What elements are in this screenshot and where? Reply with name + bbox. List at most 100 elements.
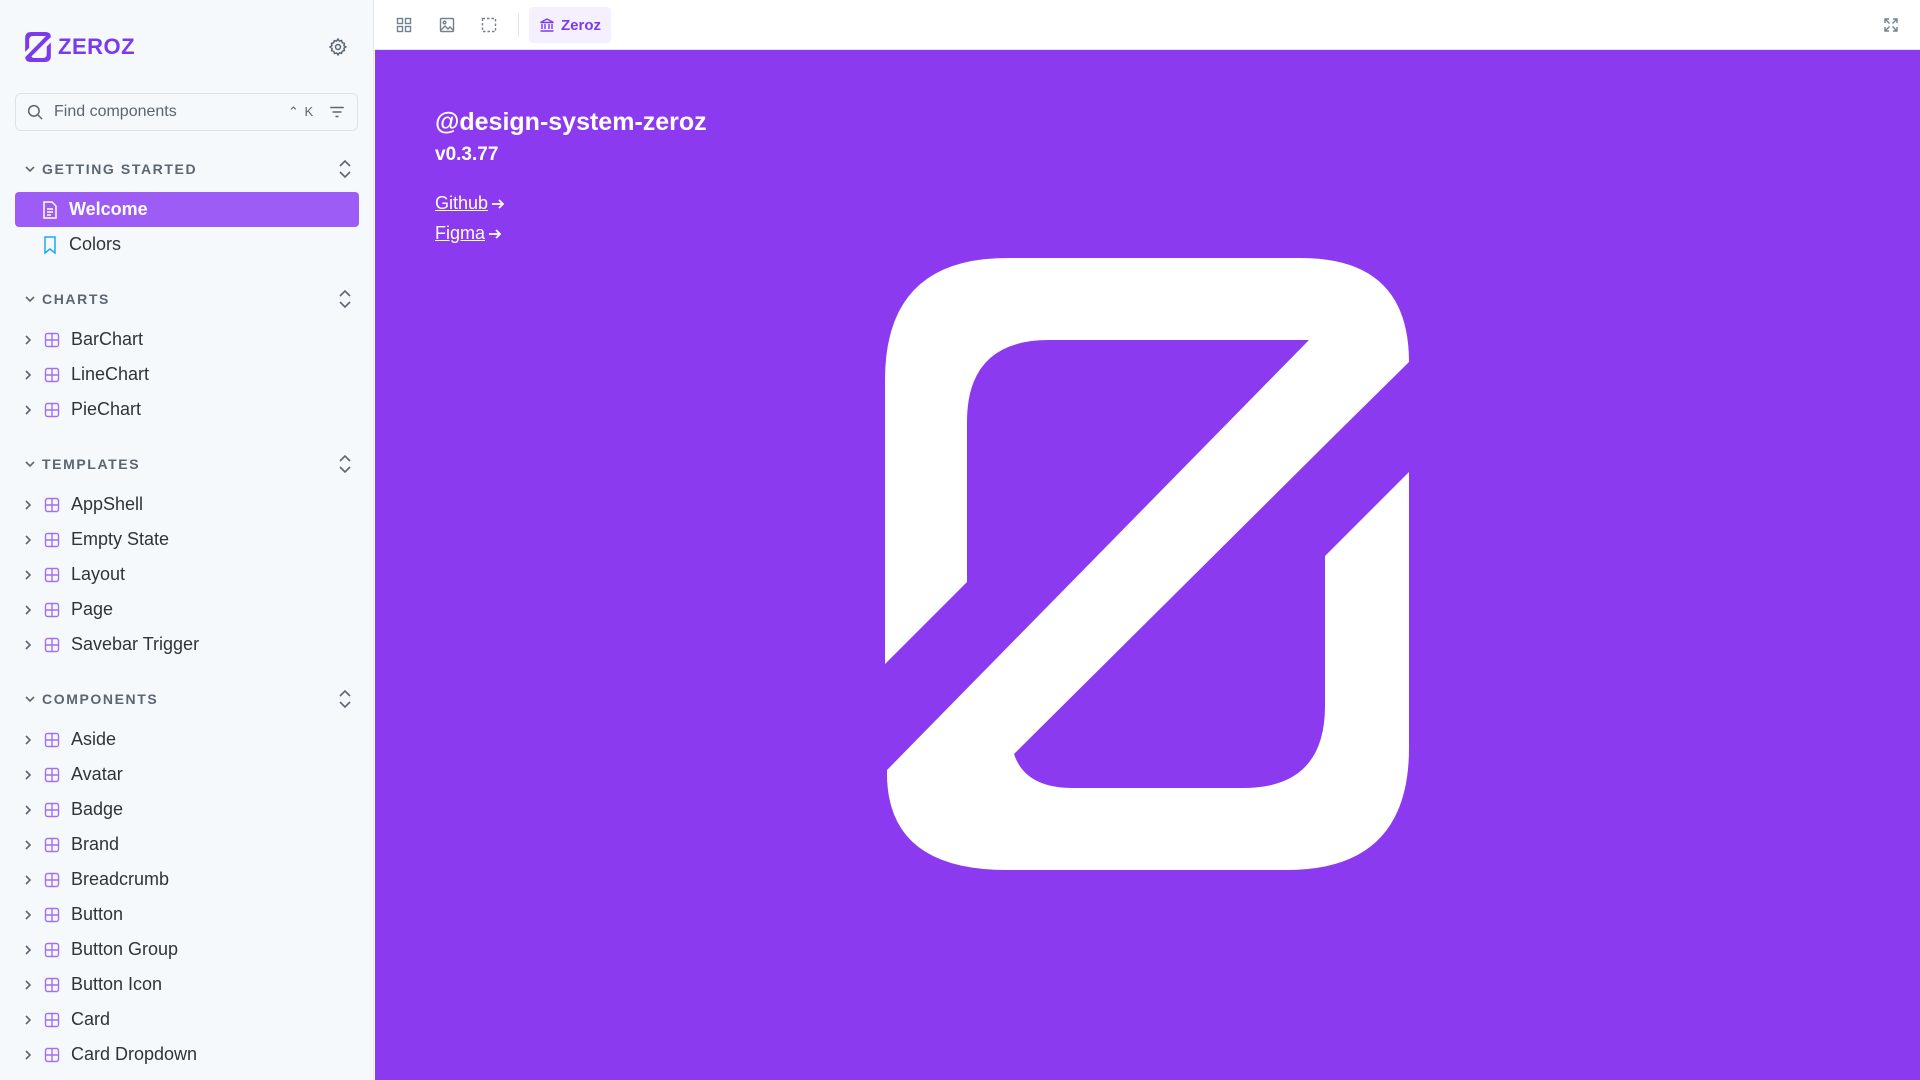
- section-label: CHARTS: [42, 291, 110, 307]
- sidebar-item-card[interactable]: Card: [15, 1002, 359, 1037]
- sidebar-item-brand[interactable]: Brand: [15, 827, 359, 862]
- component-icon: [43, 401, 61, 419]
- zeroz-logo-icon: [25, 32, 51, 62]
- sidebar-item-button[interactable]: Button: [15, 897, 359, 932]
- fullscreen-icon: [1884, 18, 1898, 32]
- arrow-right-icon: [487, 226, 503, 242]
- sidebar-item-breadcrumb[interactable]: Breadcrumb: [15, 862, 359, 897]
- tab-zeroz[interactable]: Zeroz: [529, 7, 612, 43]
- sidebar-item-colors[interactable]: Colors: [15, 227, 359, 262]
- search-icon: [26, 103, 44, 121]
- sidebar-item-savebar-trigger[interactable]: Savebar Trigger: [15, 627, 359, 662]
- chevron-right-icon: [23, 1049, 39, 1061]
- sidebar-item-avatar[interactable]: Avatar: [15, 757, 359, 792]
- chevron-right-icon: [23, 839, 39, 851]
- sidebar: ZEROZ ⌃ K GETTING STARTED Welcome Col: [0, 0, 374, 1080]
- chevron-down-icon: [24, 163, 36, 175]
- sidebar-item-button-group[interactable]: Button Group: [15, 932, 359, 967]
- sidebar-item-layout[interactable]: Layout: [15, 557, 359, 592]
- chevron-right-icon: [23, 499, 39, 511]
- chevron-right-icon: [23, 804, 39, 816]
- component-icon: [43, 836, 61, 854]
- fullscreen-button[interactable]: [1879, 13, 1903, 37]
- tab-label: Zeroz: [561, 16, 602, 34]
- section-getting-started[interactable]: GETTING STARTED: [24, 159, 354, 179]
- expand-collapse-icon[interactable]: [336, 688, 354, 710]
- grid-icon: [396, 17, 412, 33]
- sidebar-item-label: Avatar: [71, 764, 123, 784]
- bookmark-icon: [41, 235, 59, 254]
- sidebar-item-button-icon[interactable]: Button Icon: [15, 967, 359, 1002]
- package-version: v0.3.77: [435, 144, 499, 165]
- section-components[interactable]: COMPONENTS: [24, 689, 354, 709]
- section-label: COMPONENTS: [42, 691, 159, 707]
- zeroz-hero-logo-icon: [885, 258, 1409, 870]
- section-charts[interactable]: CHARTS: [24, 289, 354, 309]
- sidebar-item-page[interactable]: Page: [15, 592, 359, 627]
- document-icon: [41, 200, 59, 219]
- image-icon: [439, 17, 455, 33]
- chevron-right-icon: [23, 979, 39, 991]
- expand-collapse-icon[interactable]: [336, 453, 354, 475]
- bank-icon: [540, 18, 554, 32]
- search-shortcut: ⌃ K: [288, 104, 315, 119]
- search-input[interactable]: [52, 102, 276, 122]
- chevron-down-icon: [24, 458, 36, 470]
- filter-button[interactable]: [328, 103, 346, 121]
- brand-name: ZEROZ: [58, 34, 136, 59]
- sidebar-item-card-dropdown[interactable]: Card Dropdown: [15, 1037, 359, 1072]
- sidebar-item-badge[interactable]: Badge: [15, 792, 359, 827]
- chevron-right-icon: [23, 369, 39, 381]
- sidebar-item-label: LineChart: [71, 364, 150, 384]
- section-label: TEMPLATES: [42, 456, 141, 472]
- link-label: Figma: [435, 223, 486, 243]
- outline-button[interactable]: [477, 13, 501, 37]
- sidebar-item-label: Colors: [69, 234, 122, 254]
- chevron-right-icon: [23, 404, 39, 416]
- sidebar-item-barchart[interactable]: BarChart: [15, 322, 359, 357]
- link-label: Github: [435, 193, 489, 213]
- sidebar-item-linechart[interactable]: LineChart: [15, 357, 359, 392]
- sidebar-item-label: Layout: [71, 564, 126, 584]
- settings-button[interactable]: [326, 35, 350, 59]
- filter-icon: [330, 106, 344, 118]
- chevron-right-icon: [23, 944, 39, 956]
- sidebar-item-label: Savebar Trigger: [71, 634, 200, 654]
- sidebar-item-empty-state[interactable]: Empty State: [15, 522, 359, 557]
- chevron-right-icon: [23, 769, 39, 781]
- component-icon: [43, 531, 61, 549]
- component-icon: [43, 906, 61, 924]
- sidebar-item-aside[interactable]: Aside: [15, 722, 359, 757]
- expand-collapse-icon[interactable]: [336, 288, 354, 310]
- chevron-right-icon: [23, 1014, 39, 1026]
- chevron-right-icon: [23, 604, 39, 616]
- component-icon: [43, 976, 61, 994]
- outline-icon: [481, 17, 497, 33]
- chevron-right-icon: [23, 639, 39, 651]
- search-box: ⌃ K: [15, 93, 358, 131]
- chevron-down-icon: [24, 293, 36, 305]
- sidebar-item-appshell[interactable]: AppShell: [15, 487, 359, 522]
- brand[interactable]: ZEROZ: [24, 30, 135, 64]
- github-link[interactable]: Github: [435, 193, 506, 214]
- chevron-right-icon: [23, 569, 39, 581]
- chevron-right-icon: [23, 534, 39, 546]
- chevron-right-icon: [23, 874, 39, 886]
- sidebar-item-welcome[interactable]: Welcome: [15, 192, 359, 227]
- component-icon: [43, 601, 61, 619]
- chevron-right-icon: [23, 334, 39, 346]
- background-button[interactable]: [435, 13, 459, 37]
- component-icon: [43, 766, 61, 784]
- component-icon: [43, 331, 61, 349]
- component-icon: [43, 1011, 61, 1029]
- grid-toggle-button[interactable]: [392, 13, 416, 37]
- package-name: @design-system-zeroz: [435, 108, 707, 136]
- sidebar-item-piechart[interactable]: PieChart: [15, 392, 359, 427]
- figma-link[interactable]: Figma: [435, 223, 503, 244]
- expand-collapse-icon[interactable]: [336, 158, 354, 180]
- section-templates[interactable]: TEMPLATES: [24, 454, 354, 474]
- preview-canvas: @design-system-zeroz v0.3.77 Github Figm…: [375, 50, 1920, 1080]
- sidebar-item-label: Button Icon: [71, 974, 163, 994]
- sidebar-item-label: Card Dropdown: [71, 1044, 198, 1064]
- sidebar-item-label: Empty State: [71, 529, 170, 549]
